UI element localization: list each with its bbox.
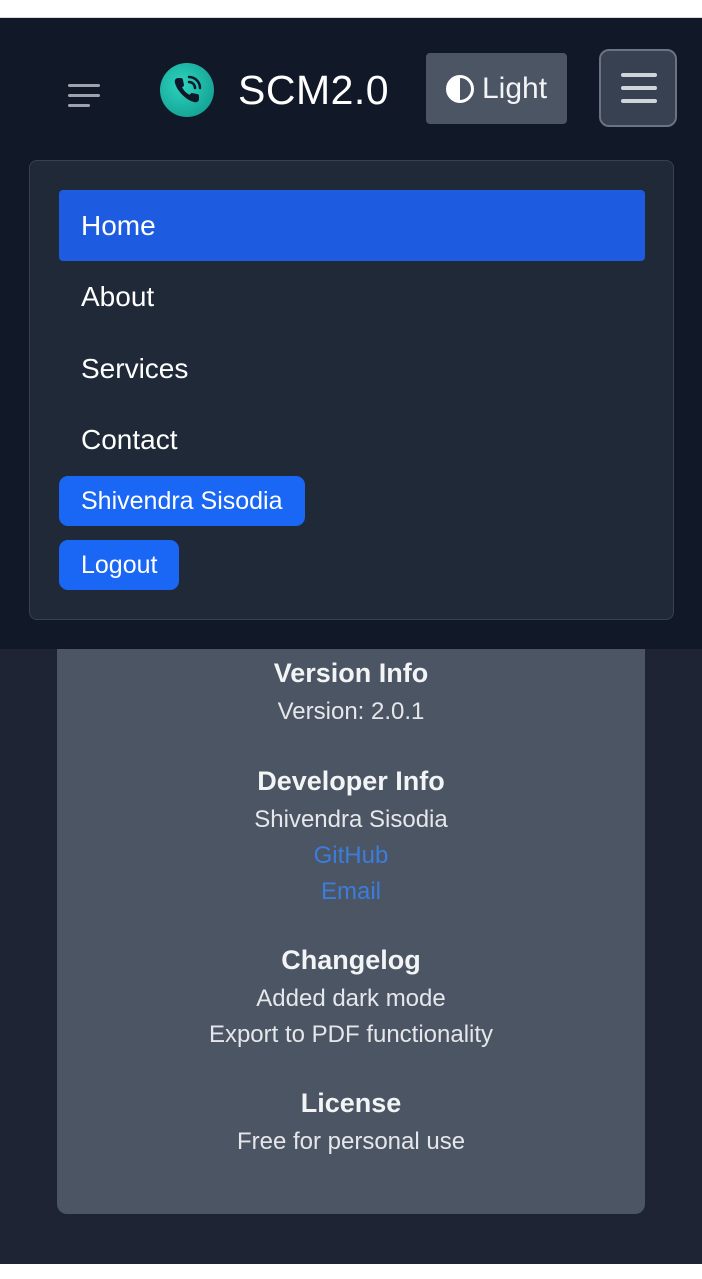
email-link[interactable]: Email bbox=[57, 878, 645, 906]
version-info-title: Version Info bbox=[273, 658, 429, 688]
license-title: License bbox=[300, 1088, 402, 1118]
nav-item-contact[interactable]: Contact bbox=[59, 404, 645, 475]
navbar: SCM2.0 Light Home About Services Contact… bbox=[0, 18, 702, 649]
nav-item-about[interactable]: About bbox=[59, 261, 645, 332]
user-profile-button[interactable]: Shivendra Sisodia bbox=[59, 476, 305, 526]
logout-button[interactable]: Logout bbox=[59, 540, 180, 590]
half-circle-theme-icon bbox=[445, 74, 474, 103]
developer-name: Shivendra Sisodia bbox=[254, 806, 448, 833]
browser-bottom-strip bbox=[0, 1264, 702, 1279]
theme-toggle-button[interactable]: Light bbox=[426, 53, 567, 124]
phone-logo-icon bbox=[160, 63, 214, 117]
changelog-item: Added dark mode bbox=[256, 985, 446, 1012]
version-value: Version: 2.0.1 bbox=[277, 698, 425, 725]
license-value: Free for personal use bbox=[236, 1128, 466, 1155]
browser-top-strip bbox=[0, 0, 702, 18]
theme-toggle-label: Light bbox=[481, 71, 548, 105]
developer-info-title: Developer Info bbox=[257, 766, 445, 796]
brand[interactable]: SCM2.0 bbox=[160, 62, 389, 118]
page: Version Info Version: 2.0.1 Developer In… bbox=[0, 18, 702, 1264]
nav-item-home[interactable]: Home bbox=[59, 190, 645, 261]
github-link[interactable]: GitHub bbox=[57, 842, 645, 870]
nav-item-services[interactable]: Services bbox=[59, 333, 645, 404]
changelog-title: Changelog bbox=[281, 945, 421, 975]
hamburger-menu-icon[interactable] bbox=[599, 49, 677, 127]
changelog-item: Export to PDF functionality bbox=[208, 1021, 494, 1048]
brand-name: SCM2.0 bbox=[238, 66, 390, 113]
nav-dropdown-menu: Home About Services Contact Shivendra Si… bbox=[29, 160, 674, 620]
info-card: Version Info Version: 2.0.1 Developer In… bbox=[57, 578, 645, 1214]
sidebar-toggle-icon[interactable] bbox=[64, 78, 104, 114]
